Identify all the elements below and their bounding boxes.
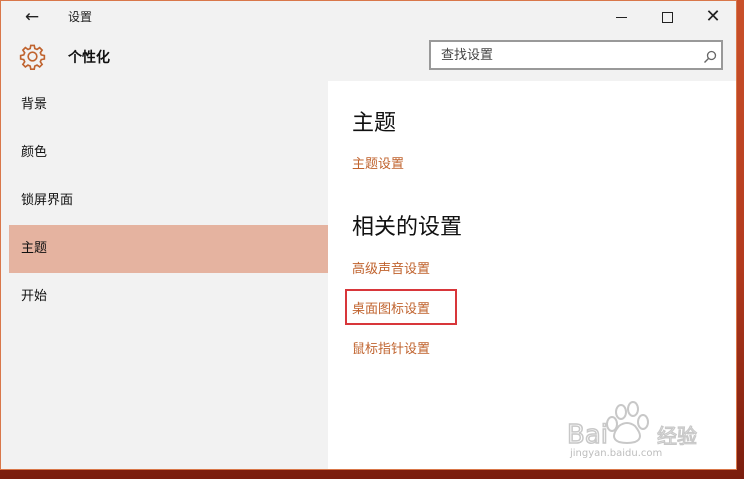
- section-title-themes: 主题: [352, 111, 397, 136]
- mouse-pointer-settings-link[interactable]: 鼠标指针设置: [352, 338, 430, 357]
- close-icon: ✕: [705, 6, 721, 27]
- gear-icon: [19, 44, 46, 70]
- sidebar-item-background[interactable]: 背景: [9, 81, 328, 129]
- sidebar-item-lock-screen[interactable]: 锁屏界面: [9, 177, 328, 225]
- theme-settings-link[interactable]: 主题设置: [352, 153, 404, 172]
- highlight-annotation-box: [345, 289, 457, 325]
- search-input[interactable]: [429, 40, 723, 70]
- window-title: 设置: [68, 10, 93, 24]
- close-button[interactable]: ✕: [690, 1, 736, 33]
- back-button[interactable]: ←: [15, 5, 49, 29]
- svg-text:Bai: Bai: [567, 420, 608, 450]
- sidebar-item-start[interactable]: 开始: [9, 273, 328, 321]
- maximize-icon: [661, 12, 673, 23]
- svg-text:经验: 经验: [657, 424, 697, 448]
- title-bar: ← 设置 ✕: [1, 1, 736, 33]
- section-title-related-settings: 相关的设置: [352, 215, 463, 240]
- minimize-icon: [615, 17, 627, 18]
- page-title: 个性化: [68, 50, 110, 66]
- minimize-button[interactable]: [598, 1, 644, 33]
- watermark-url-text: jingyan.baidu.com: [570, 448, 663, 459]
- page-header: 个性化: [1, 33, 736, 81]
- search-icon[interactable]: [703, 50, 717, 64]
- maximize-button[interactable]: [644, 1, 690, 33]
- sidebar-item-themes[interactable]: 主题: [9, 225, 328, 273]
- sidebar-item-colors[interactable]: 颜色: [9, 129, 328, 177]
- back-arrow-icon: ←: [24, 7, 40, 27]
- sidebar: 背景 颜色 锁屏界面 主题 开始: [1, 81, 328, 469]
- advanced-sound-settings-link[interactable]: 高级声音设置: [352, 258, 430, 277]
